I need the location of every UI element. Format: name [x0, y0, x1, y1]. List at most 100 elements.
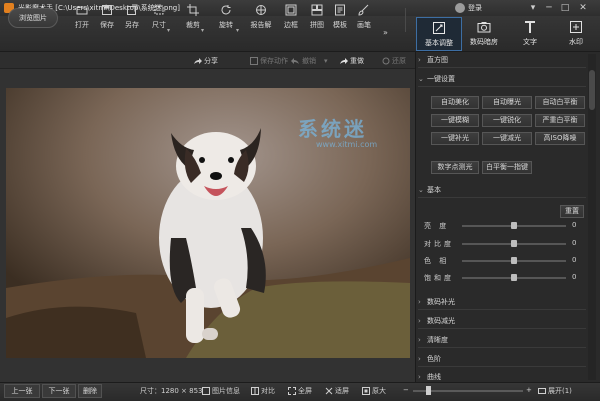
- expand-filmstrip-button[interactable]: 展开(1): [538, 386, 572, 396]
- restore-button[interactable]: 还原: [382, 55, 406, 67]
- expand-arrow-icon: ›: [418, 317, 421, 325]
- browse-images-button[interactable]: 浏览图片: [8, 8, 58, 28]
- saturation-label: 饱和度: [424, 274, 454, 282]
- share-button[interactable]: 分享: [193, 55, 218, 67]
- hue-thumb[interactable]: [511, 257, 517, 264]
- section-digital-fill-light[interactable]: › 数码补光: [418, 295, 586, 310]
- fullscreen-button[interactable]: 全屏: [288, 386, 312, 396]
- next-image-button[interactable]: 下一张: [42, 384, 76, 398]
- one-key-sharpen-button[interactable]: 一键锐化: [482, 114, 532, 127]
- auto-beautify-button[interactable]: 自动美化: [431, 96, 479, 109]
- user-avatar-icon: [455, 3, 465, 13]
- digital-fill-light-label: 数码补光: [427, 298, 455, 306]
- delete-image-button[interactable]: 删除: [78, 384, 102, 398]
- tab-text-label: 文字: [523, 38, 537, 46]
- open-label: 打开: [75, 21, 89, 29]
- section-basic[interactable]: ⌄ 基本: [418, 183, 586, 198]
- save-button[interactable]: 保存: [94, 4, 120, 34]
- redo-icon: [340, 58, 348, 64]
- high-iso-denoise-button[interactable]: 高ISO降噪: [535, 132, 585, 145]
- login-button[interactable]: 登录: [455, 2, 482, 14]
- image-info-button[interactable]: 图片信息: [202, 386, 240, 396]
- collapse-arrow-icon: ⌄: [418, 186, 424, 194]
- template-button[interactable]: 模板: [327, 4, 353, 34]
- reset-button[interactable]: 重置: [560, 205, 584, 218]
- section-histogram[interactable]: › 直方图: [418, 53, 586, 68]
- close-button[interactable]: ✕: [576, 2, 590, 14]
- tab-basic-adjust[interactable]: 基本调整: [416, 17, 462, 51]
- tab-watermark[interactable]: 水印: [553, 17, 599, 51]
- fullscreen-icon: [288, 387, 296, 395]
- share-arrow-icon: [194, 58, 202, 64]
- maximize-button[interactable]: □: [558, 2, 572, 14]
- strict-white-balance-button[interactable]: 严重白平衡: [535, 114, 585, 127]
- rotate-dropdown-icon[interactable]: ▾: [236, 27, 239, 34]
- frame-icon: [285, 4, 297, 16]
- compare-icon: [251, 387, 259, 395]
- spot-metering-button[interactable]: 数字点测光: [431, 161, 479, 174]
- expand-filmstrip-label: 展开(1): [548, 387, 572, 395]
- crop-icon: [187, 4, 199, 16]
- curves-label: 曲线: [427, 373, 441, 381]
- text-icon: [525, 21, 535, 33]
- save-as-button[interactable]: 另存: [119, 4, 145, 34]
- undo-button[interactable]: 撤销 ▾: [291, 55, 328, 67]
- report-button[interactable]: 报告解: [248, 4, 274, 34]
- compare-button[interactable]: 对比: [251, 386, 275, 396]
- resize-dropdown-icon[interactable]: ▾: [167, 27, 170, 34]
- panel-scroll-thumb[interactable]: [589, 70, 595, 110]
- crop-dropdown-icon[interactable]: ▾: [201, 27, 204, 34]
- section-curves[interactable]: › 曲线: [418, 370, 586, 382]
- fit-screen-button[interactable]: 适屏: [325, 386, 349, 396]
- save-as-icon: [127, 4, 138, 15]
- section-quick-settings[interactable]: ⌄ 一键设置: [418, 72, 586, 87]
- one-key-reduce-light-button[interactable]: 一键减光: [482, 132, 532, 145]
- brightness-label: 亮 度: [424, 222, 450, 230]
- share-label: 分享: [204, 57, 218, 65]
- zoom-in-button[interactable]: +: [526, 386, 532, 394]
- saturation-thumb[interactable]: [511, 274, 517, 281]
- menu-dropdown-button[interactable]: ▾: [526, 2, 540, 14]
- zoom-slider-thumb[interactable]: [426, 386, 431, 395]
- expand-arrow-icon: ›: [418, 298, 421, 306]
- contrast-thumb[interactable]: [511, 240, 517, 247]
- section-clarity[interactable]: › 清晰度: [418, 333, 586, 348]
- undo-icon: [291, 58, 299, 64]
- redo-button[interactable]: 重做: [339, 55, 364, 67]
- tab-watermark-label: 水印: [569, 38, 583, 46]
- toolbar-divider: [405, 8, 406, 32]
- save-action-icon: [250, 57, 258, 65]
- tab-digital-darkroom[interactable]: 数码暗房: [461, 17, 507, 51]
- expand-arrow-icon: ›: [418, 373, 421, 381]
- brush-button[interactable]: 画笔: [351, 4, 377, 34]
- white-balance-picker-button[interactable]: 白平衡一指键: [482, 161, 532, 174]
- one-key-blur-button[interactable]: 一键模糊: [431, 114, 479, 127]
- open-button[interactable]: 打开: [69, 4, 95, 34]
- one-key-fill-light-button[interactable]: 一键补光: [431, 132, 479, 145]
- quick-settings-label: 一键设置: [427, 75, 455, 83]
- hue-value: 0: [572, 256, 577, 264]
- contrast-label: 对比度: [424, 240, 454, 248]
- expand-arrow-icon: ›: [418, 56, 421, 64]
- more-tools-icon[interactable]: »: [383, 28, 388, 37]
- frame-button[interactable]: 边框: [278, 4, 304, 34]
- saturation-value: 0: [572, 273, 577, 281]
- watermark-url: www.xitmi.com: [316, 140, 378, 149]
- brightness-thumb[interactable]: [511, 222, 517, 229]
- tab-text[interactable]: 文字: [507, 17, 553, 51]
- fit-screen-label: 适屏: [335, 387, 349, 395]
- watermark-icon: [570, 21, 582, 33]
- save-action-button[interactable]: 保存动作: [250, 55, 288, 67]
- previous-image-button[interactable]: 上一张: [4, 384, 40, 398]
- section-digital-reduce-light[interactable]: › 数码减光: [418, 314, 586, 329]
- zoom-out-button[interactable]: −: [403, 386, 409, 394]
- template-icon: [335, 4, 345, 16]
- levels-label: 色阶: [427, 355, 441, 363]
- auto-exposure-button[interactable]: 自动曝光: [482, 96, 532, 109]
- tab-digital-darkroom-label: 数码暗房: [470, 38, 498, 46]
- original-size-icon: [362, 387, 370, 395]
- minimize-button[interactable]: ─: [542, 2, 556, 14]
- section-levels[interactable]: › 色阶: [418, 352, 586, 367]
- original-size-button[interactable]: 原大: [362, 386, 386, 396]
- auto-white-balance-button[interactable]: 自动白平衡: [535, 96, 585, 109]
